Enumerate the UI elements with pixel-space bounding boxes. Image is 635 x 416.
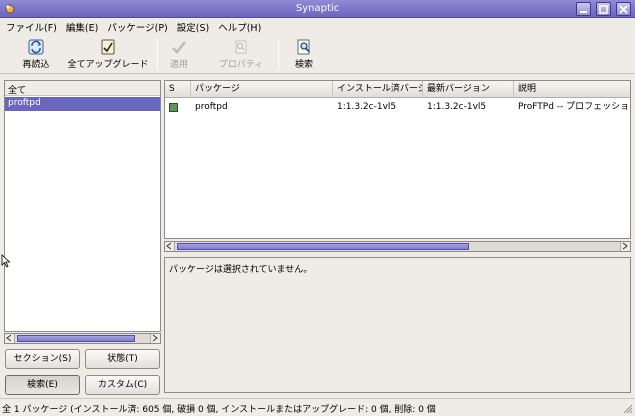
upgrade-all-label: 全てアップグレード [67,60,149,70]
reload-button[interactable]: 再読込 [20,39,52,70]
properties-button[interactable]: プロパティ [214,39,268,70]
scroll-left-button[interactable] [165,242,175,251]
package-details: パッケージは選択されていません。 [164,257,631,393]
maximize-button[interactable] [596,2,611,16]
status-text: 全 1 パッケージ (インストール済: 605 個, 破損 0 個, インストー… [2,405,436,415]
menu-settings[interactable]: 設定(S) [177,20,209,34]
sections-button[interactable]: セクション(S) [5,349,80,369]
search-icon [297,39,311,55]
maximize-icon [599,5,608,14]
close-button[interactable] [616,2,631,16]
table-row[interactable]: proftpd 1:1.3.2c-1vl5 1:1.3.2c-1vl5 ProF… [165,100,630,115]
column-latest-version[interactable]: 最新バージョン [423,81,514,98]
upgrade-all-button[interactable]: 全てアップグレード [64,39,152,70]
chevron-right-icon [622,242,628,250]
reload-icon [28,39,44,55]
package-list: S パッケージ インストール済バージョン 最新バージョン 説明 proftpd … [164,80,631,239]
menu-file[interactable]: ファイル(F) [6,20,57,34]
toolbar-separator [278,40,279,70]
details-text: パッケージは選択されていません。 [169,265,313,275]
status-bar: 全 1 パッケージ (インストール済: 605 個, 破損 0 個, インストー… [0,398,635,416]
minimize-icon [580,11,587,13]
apply-check-icon [172,41,186,54]
status-button[interactable]: 状態(T) [85,349,160,369]
package-list-hscrollbar[interactable] [164,241,631,252]
properties-label: プロパティ [218,60,264,70]
close-icon [619,5,628,14]
toolbar-separator [157,40,158,70]
apply-label: 適用 [169,60,188,70]
search-button[interactable]: 検索 [290,39,318,70]
apply-button[interactable]: 適用 [165,39,193,70]
package-list-header: S パッケージ インストール済バージョン 最新バージョン 説明 [165,81,630,98]
latest-version: 1:1.3.2c-1vl5 [427,102,487,112]
package-name: proftpd [195,102,228,112]
filter-list-scroll-thumb[interactable] [17,335,135,342]
column-installed-version[interactable]: インストール済バージョン [333,81,423,98]
installed-version: 1:1.3.2c-1vl5 [337,102,397,112]
installed-status-icon[interactable] [169,103,178,112]
window-title: Synaptic [295,3,340,14]
menu-help[interactable]: ヘルプ(H) [218,20,261,34]
scroll-right-button[interactable] [620,242,630,251]
filter-item-proftpd[interactable]: proftpd [5,97,160,111]
filter-list-header[interactable]: 全て [5,81,160,96]
search-label: 検索 [294,60,313,70]
package-description: ProFTPd -- プロフェッショナル [518,102,630,112]
package-list-scroll-thumb[interactable] [177,243,469,250]
search-filter-button[interactable]: 検索(E) [5,375,80,395]
upgrade-all-icon [101,39,115,55]
scroll-right-button[interactable] [150,334,160,343]
chevron-left-icon [6,334,12,342]
column-package[interactable]: パッケージ [191,81,333,98]
title-bar: Synaptic [0,0,635,18]
properties-icon [235,40,247,54]
mouse-cursor-icon [1,254,11,268]
column-description[interactable]: 説明 [514,81,632,98]
filter-list-hscrollbar[interactable] [4,333,161,344]
minimize-button[interactable] [576,2,591,16]
menu-package[interactable]: パッケージ(P) [107,20,167,34]
column-status[interactable]: S [165,81,191,98]
scroll-left-button[interactable] [5,334,15,343]
reload-label: 再読込 [22,60,50,70]
menu-bar: ファイル(F) 編集(E) パッケージ(P) 設定(S) ヘルプ(H) [0,18,635,35]
chevron-right-icon [152,334,158,342]
toolbar: 再読込 全てアップグレード 適用 プロパティ 検索 [0,36,635,74]
chevron-left-icon [166,242,172,250]
menu-edit[interactable]: 編集(E) [66,20,98,34]
resize-grip-icon[interactable] [623,404,633,414]
filter-list: 全て proftpd [4,80,161,332]
custom-button[interactable]: カスタム(C) [85,375,160,395]
